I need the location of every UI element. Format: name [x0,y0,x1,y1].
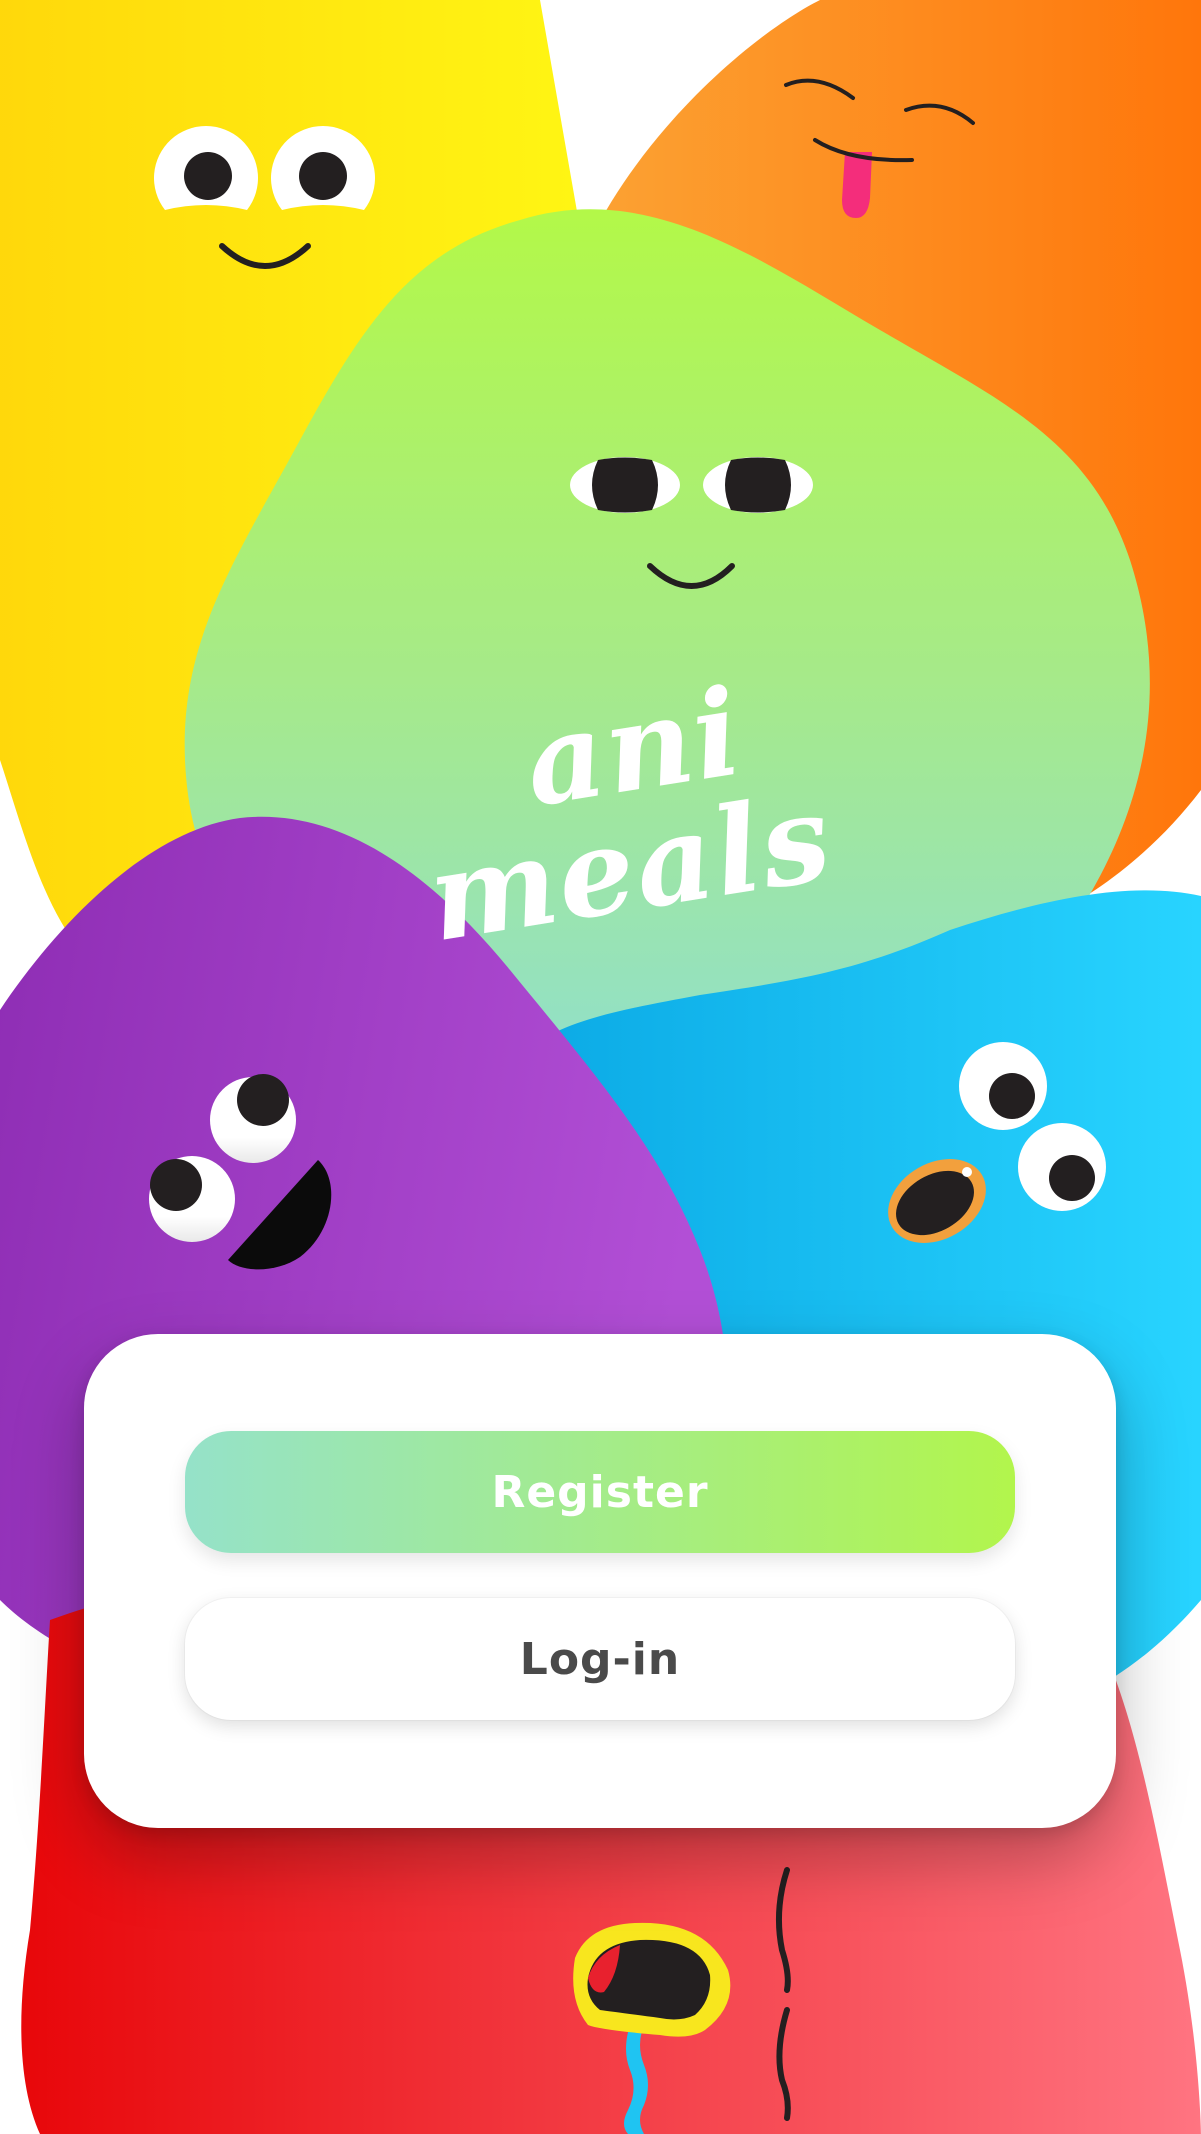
register-button-label: Register [491,1466,709,1518]
welcome-screen: ani meals Register Log-in [0,0,1201,2134]
auth-card: Register Log-in [84,1334,1116,1828]
login-button[interactable]: Log-in [185,1598,1015,1720]
login-button-label: Log-in [519,1633,681,1685]
register-button[interactable]: Register [185,1431,1015,1553]
